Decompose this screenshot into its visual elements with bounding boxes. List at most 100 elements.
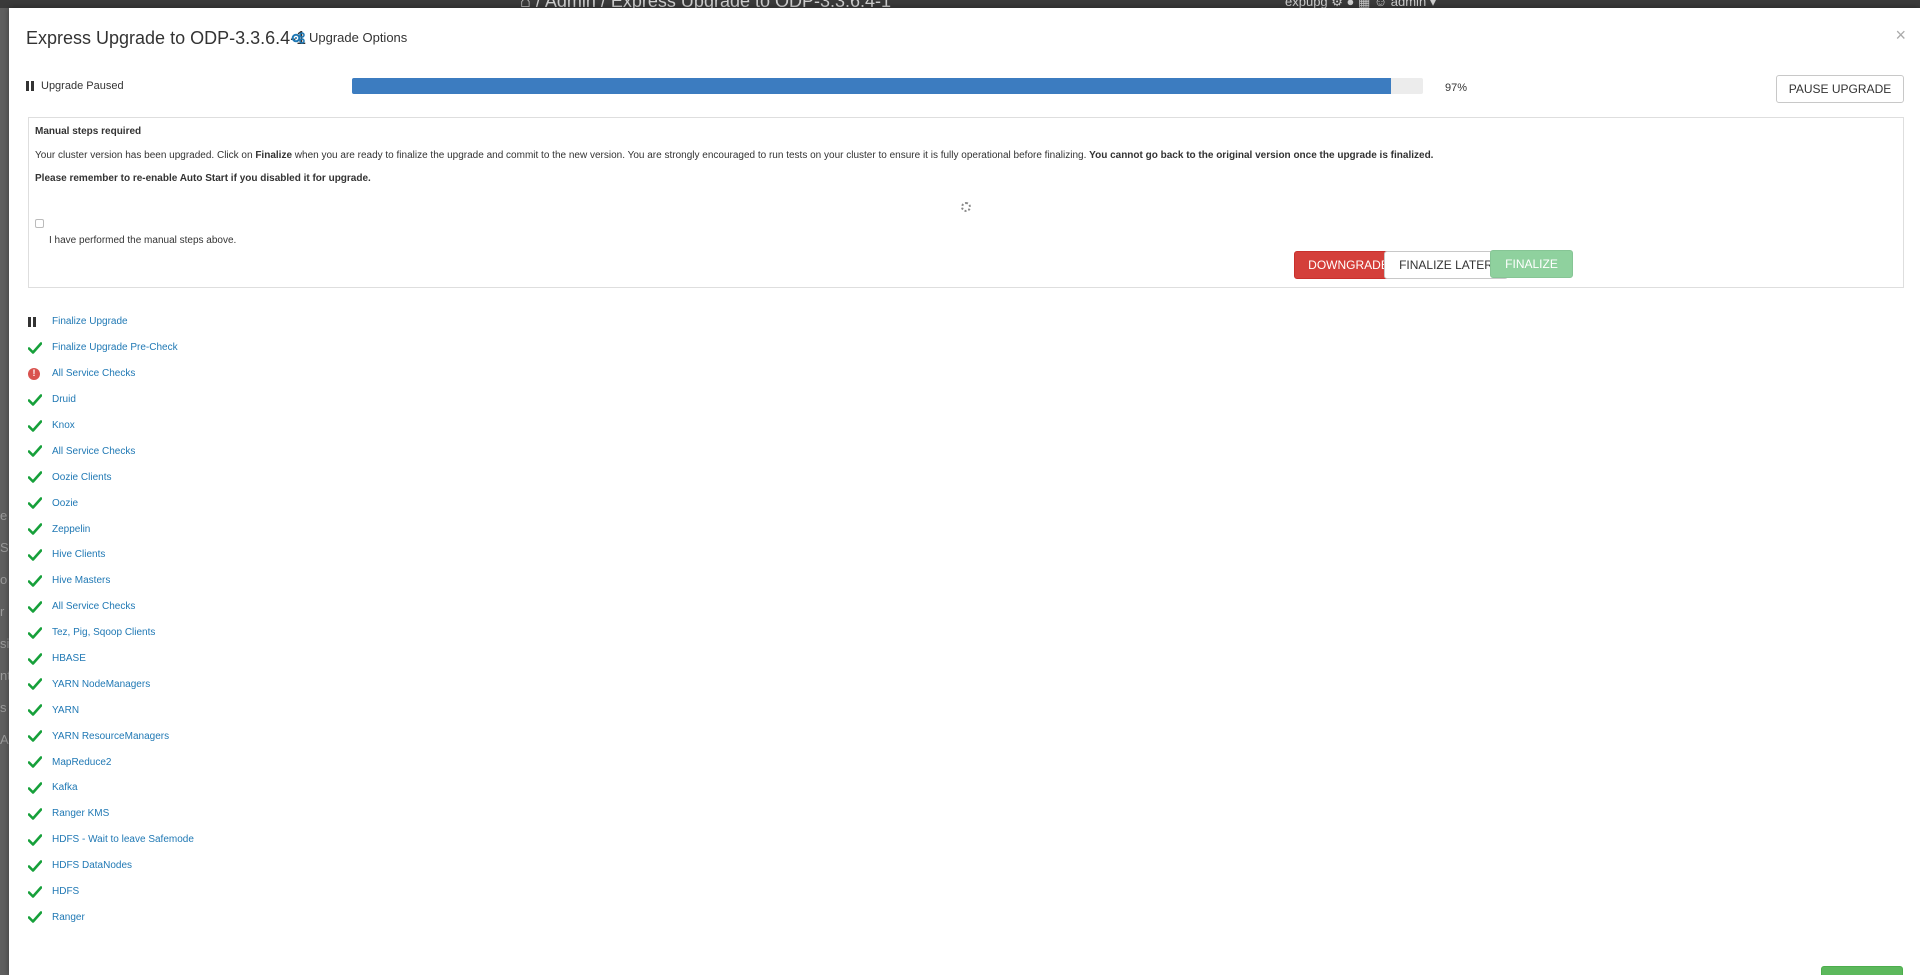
finalize-button[interactable]: FINALIZE <box>1490 250 1573 278</box>
task-item: All Service Checks <box>26 594 194 620</box>
task-item: Kafka <box>26 775 194 801</box>
task-item: Ranger KMS <box>26 801 194 827</box>
task-link[interactable]: HDFS <box>52 886 79 897</box>
task-link[interactable]: Zeppelin <box>52 524 90 535</box>
task-link[interactable]: Ranger <box>52 912 85 923</box>
upgrade-status: Upgrade Paused <box>26 80 124 92</box>
modal-title: Express Upgrade to ODP-3.3.6.4-1 <box>26 28 307 48</box>
task-item: YARN <box>26 697 194 723</box>
check-icon <box>28 884 48 900</box>
check-icon <box>28 392 48 408</box>
task-item: Finalize Upgrade <box>26 309 194 335</box>
upgrade-status-label: Upgrade Paused <box>41 80 124 92</box>
task-item: Hive Masters <box>26 568 194 594</box>
task-item: Finalize Upgrade Pre-Check <box>26 335 194 361</box>
description-text: Your cluster version has been upgraded. … <box>35 150 256 161</box>
check-icon <box>28 495 48 511</box>
task-link[interactable]: Hive Clients <box>52 549 105 560</box>
pause-icon <box>28 314 48 330</box>
manual-steps-title: Manual steps required <box>35 126 142 137</box>
check-icon <box>28 418 48 434</box>
upgrade-progress-bar <box>352 78 1423 94</box>
task-item: Oozie <box>26 490 194 516</box>
check-icon <box>28 573 48 589</box>
task-item: YARN NodeManagers <box>26 671 194 697</box>
task-link[interactable]: All Service Checks <box>52 601 135 612</box>
upgrade-progress-percent: 97% <box>1445 82 1468 94</box>
task-link[interactable]: Hive Masters <box>52 575 110 586</box>
task-item: Oozie Clients <box>26 464 194 490</box>
check-icon <box>28 443 48 459</box>
check-icon <box>28 702 48 718</box>
check-icon <box>28 469 48 485</box>
task-link[interactable]: HBASE <box>52 653 86 664</box>
gears-icon <box>291 31 305 44</box>
check-icon <box>28 832 48 848</box>
task-item: Zeppelin <box>26 516 194 542</box>
task-link[interactable]: Oozie <box>52 498 78 509</box>
check-icon <box>28 728 48 744</box>
task-item: MapReduce2 <box>26 749 194 775</box>
manual-steps-checkbox[interactable] <box>35 219 44 228</box>
check-icon <box>28 754 48 770</box>
description-warning-bold: You cannot go back to the original versi… <box>1089 150 1434 161</box>
check-icon <box>28 340 48 356</box>
task-link[interactable]: MapReduce2 <box>52 757 111 768</box>
task-link[interactable]: Ranger KMS <box>52 808 109 819</box>
task-link[interactable]: All Service Checks <box>52 368 135 379</box>
task-item: HDFS - Wait to leave Safemode <box>26 827 194 853</box>
task-item: All Service Checks <box>26 438 194 464</box>
check-icon <box>28 780 48 796</box>
check-icon <box>28 599 48 615</box>
pause-upgrade-button[interactable]: PAUSE UPGRADE <box>1776 75 1904 103</box>
check-icon <box>28 676 48 692</box>
task-link[interactable]: YARN NodeManagers <box>52 679 150 690</box>
task-item: Ranger <box>26 904 194 930</box>
task-link[interactable]: YARN ResourceManagers <box>52 731 169 742</box>
upgrade-task-list: Finalize Upgrade Finalize Upgrade Pre-Che… <box>26 309 194 930</box>
check-icon <box>28 651 48 667</box>
task-link[interactable]: Tez, Pig, Sqoop Clients <box>52 627 155 638</box>
check-icon <box>28 858 48 874</box>
express-upgrade-modal: Express Upgrade to ODP-3.3.6.4-1 Upgrade… <box>9 8 1920 975</box>
task-item: ! All Service Checks <box>26 361 194 387</box>
check-icon <box>28 806 48 822</box>
task-link[interactable]: All Service Checks <box>52 446 135 457</box>
check-icon <box>28 909 48 925</box>
task-link[interactable]: HDFS - Wait to leave Safemode <box>52 834 194 845</box>
upgrade-options-link[interactable]: Upgrade Options <box>291 30 407 45</box>
task-link[interactable]: Knox <box>52 420 75 431</box>
task-item: Druid <box>26 387 194 413</box>
task-link[interactable]: Oozie Clients <box>52 472 111 483</box>
task-link[interactable]: Kafka <box>52 782 78 793</box>
task-link[interactable]: YARN <box>52 705 79 716</box>
task-item: YARN ResourceManagers <box>26 723 194 749</box>
background-header <box>0 0 1920 8</box>
error-icon: ! <box>28 366 48 382</box>
description-finalize-bold: Finalize <box>255 150 293 161</box>
task-link[interactable]: Druid <box>52 394 76 405</box>
manual-steps-panel: Manual steps required Your cluster versi… <box>28 117 1904 288</box>
task-item: HDFS <box>26 879 194 905</box>
dismiss-button[interactable]: DISMISS <box>1821 966 1903 975</box>
loading-spinner-icon <box>961 202 971 212</box>
manual-steps-description: Your cluster version has been upgraded. … <box>35 150 1433 161</box>
task-item: HBASE <box>26 646 194 672</box>
description-text-cont: when you are ready to finalize the upgra… <box>292 150 1090 161</box>
upgrade-progress-fill <box>352 78 1391 94</box>
auto-start-reminder: Please remember to re-enable Auto Start … <box>35 173 371 184</box>
task-item: HDFS DataNodes <box>26 853 194 879</box>
close-icon[interactable]: × <box>1895 25 1906 46</box>
task-link[interactable]: Finalize Upgrade Pre-Check <box>52 342 178 353</box>
task-item: Knox <box>26 413 194 439</box>
manual-steps-checkbox-label[interactable]: I have performed the manual steps above. <box>49 235 236 246</box>
pause-icon <box>26 81 34 91</box>
check-icon <box>28 625 48 641</box>
task-link[interactable]: Finalize Upgrade <box>52 316 128 327</box>
task-item: Tez, Pig, Sqoop Clients <box>26 620 194 646</box>
check-icon <box>28 547 48 563</box>
upgrade-options-label: Upgrade Options <box>309 30 408 45</box>
task-item: Hive Clients <box>26 542 194 568</box>
task-link[interactable]: HDFS DataNodes <box>52 860 132 871</box>
check-icon <box>28 521 48 537</box>
